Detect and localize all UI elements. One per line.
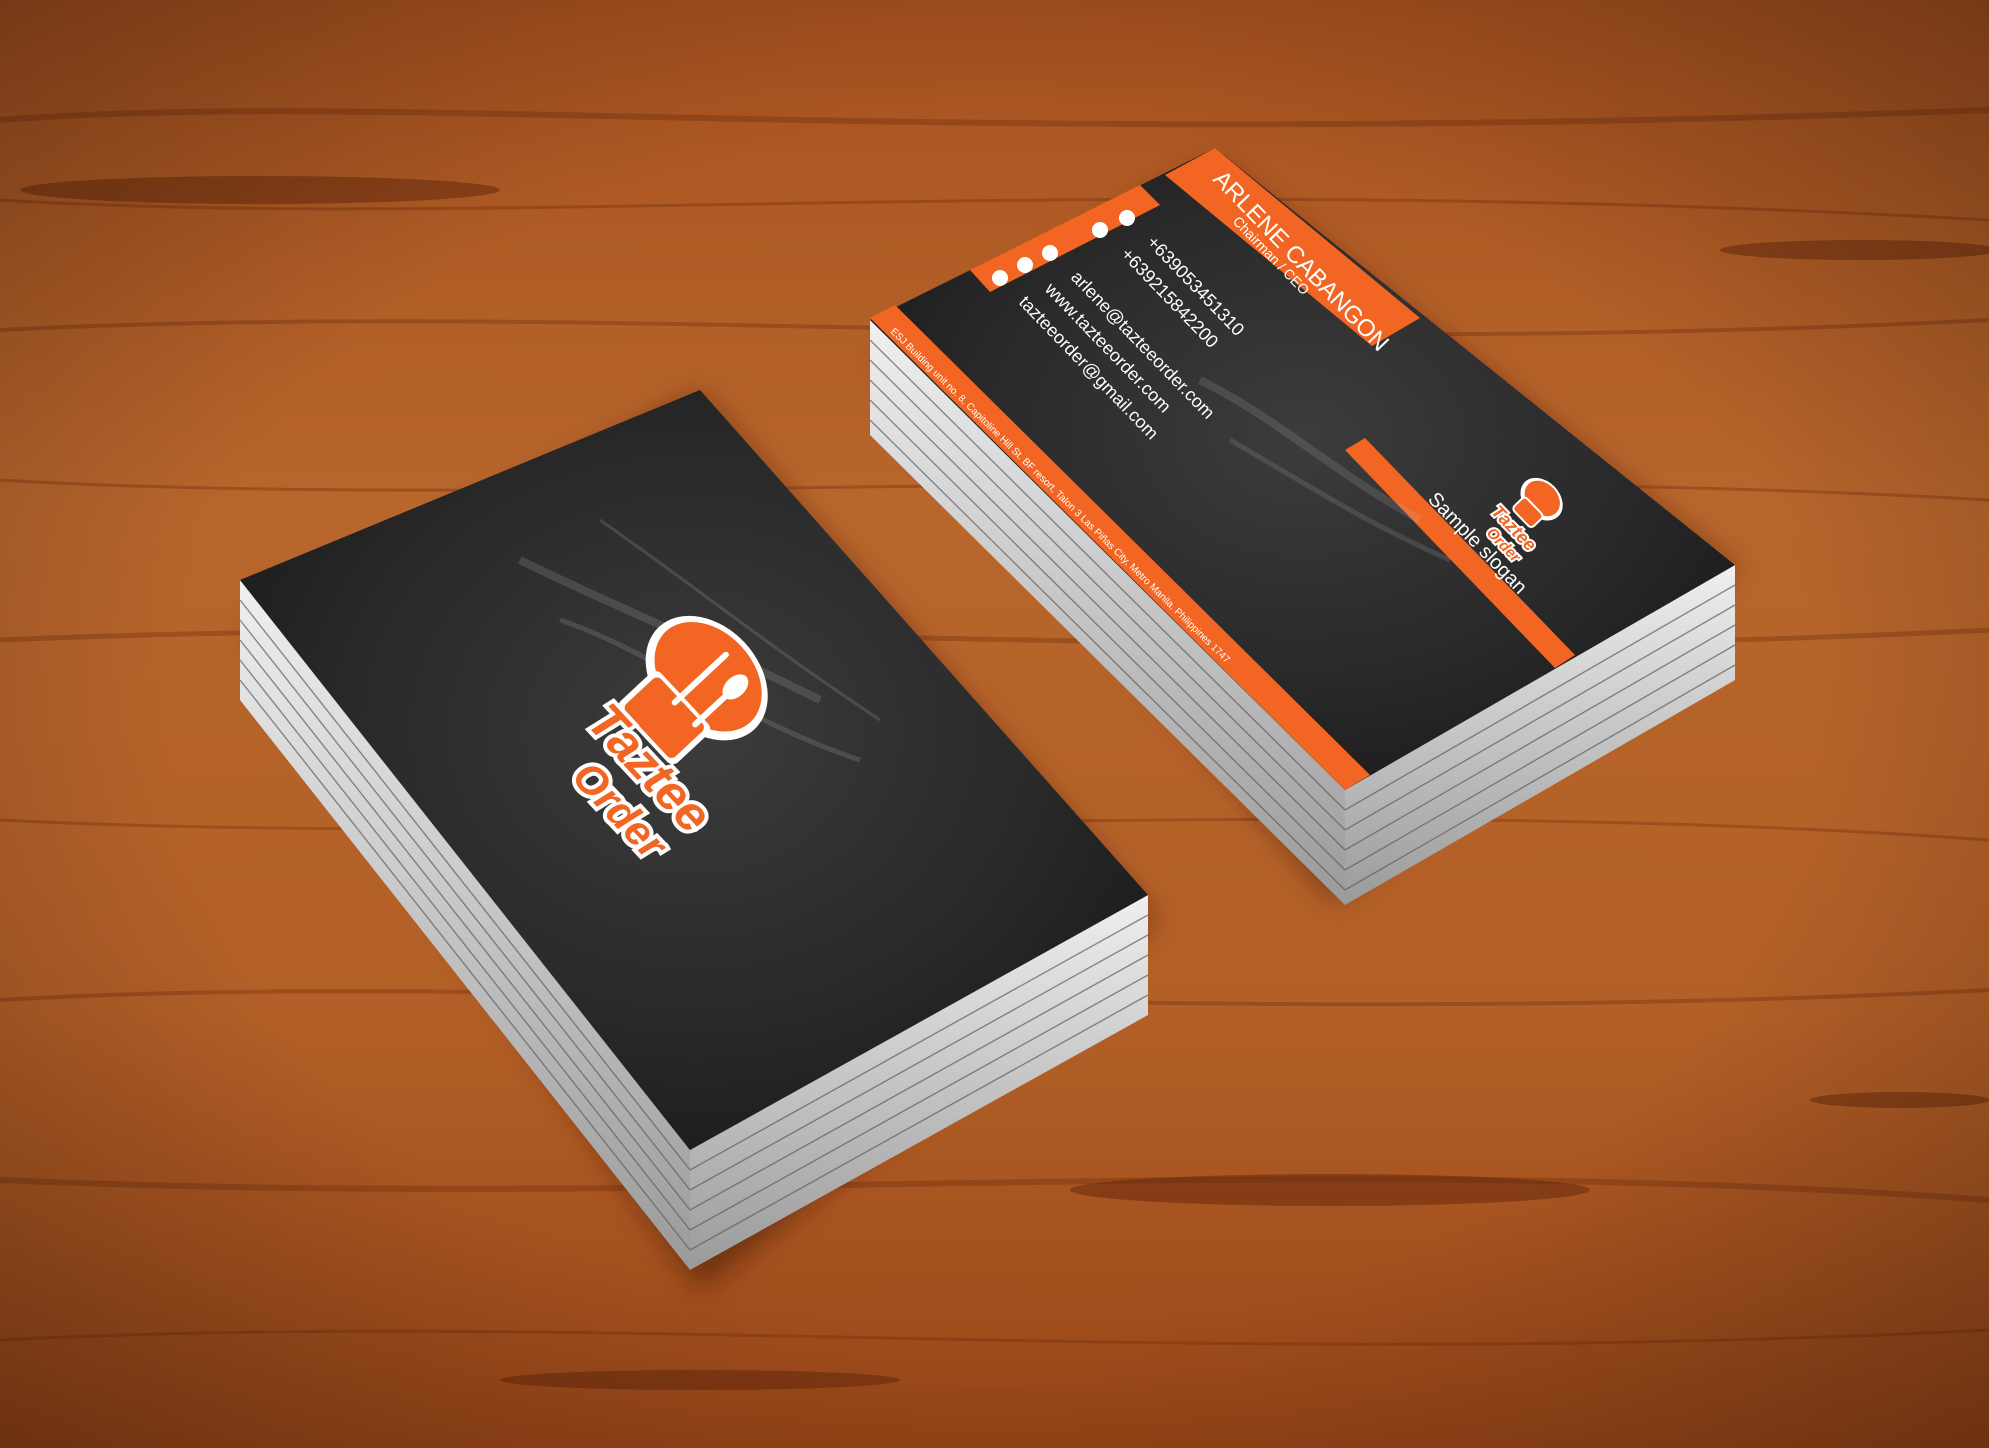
mobile-icon <box>1092 222 1108 238</box>
email-icon <box>1042 245 1058 261</box>
mail-icon <box>992 270 1008 286</box>
business-card-mockup-scene: Taztee Order ARLENE CABANGON Chairman / … <box>0 0 1989 1448</box>
phone-icon <box>1119 210 1135 226</box>
globe-icon <box>1017 257 1033 273</box>
